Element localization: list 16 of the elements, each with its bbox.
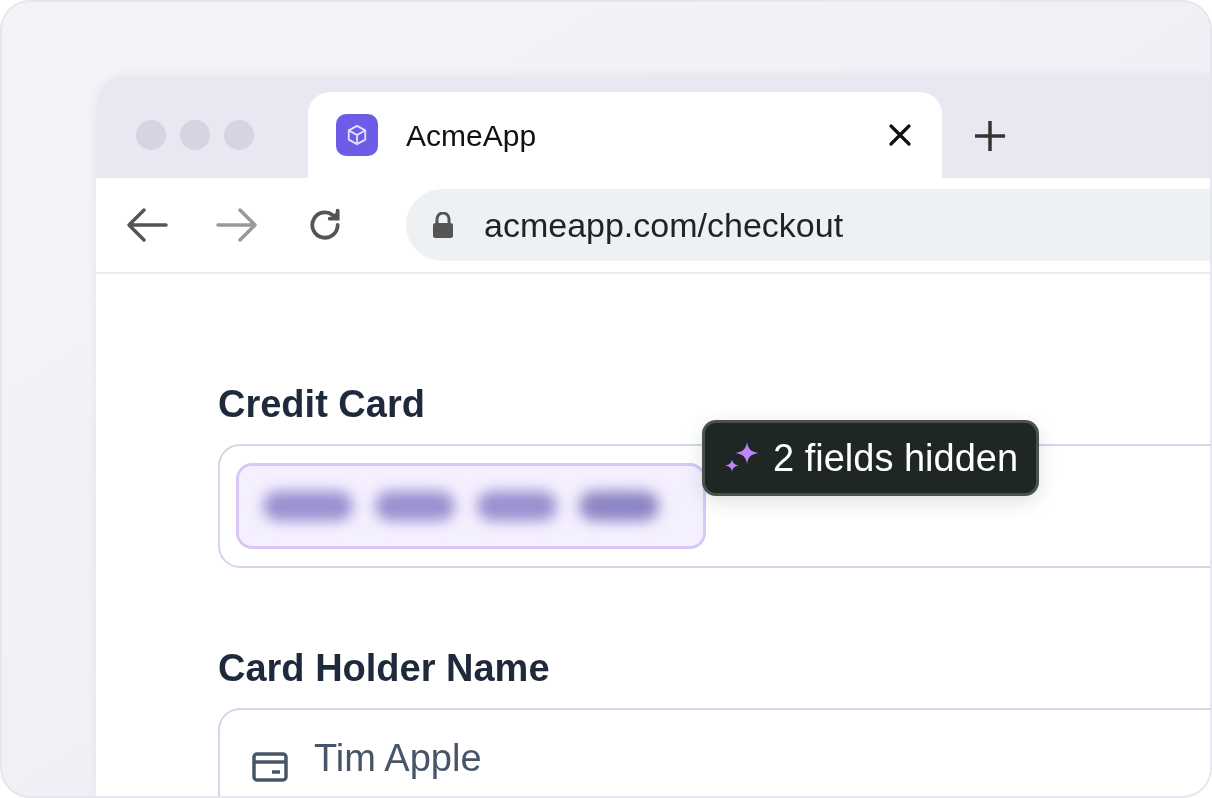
badge-text: 2 fields hidden (773, 435, 1019, 481)
field-label: Credit Card (218, 382, 426, 427)
name-value: Tim Apple (314, 736, 482, 781)
forward-arrow-icon[interactable] (216, 207, 258, 243)
tab-title: AcmeApp (406, 117, 537, 154)
card-icon (252, 752, 288, 782)
url-text: acmeapp.com/checkout (484, 204, 844, 246)
close-icon[interactable] (888, 123, 912, 147)
field-label: Card Holder Name (218, 646, 551, 691)
plus-icon[interactable] (974, 120, 1006, 152)
app-logo-icon (336, 114, 378, 156)
back-arrow-icon[interactable] (126, 207, 168, 243)
address-bar[interactable]: acmeapp.com/checkout (406, 189, 1210, 261)
name-field[interactable]: Tim Apple (218, 708, 1210, 796)
lock-icon (432, 212, 454, 238)
browser-tab[interactable]: AcmeApp (308, 92, 942, 178)
